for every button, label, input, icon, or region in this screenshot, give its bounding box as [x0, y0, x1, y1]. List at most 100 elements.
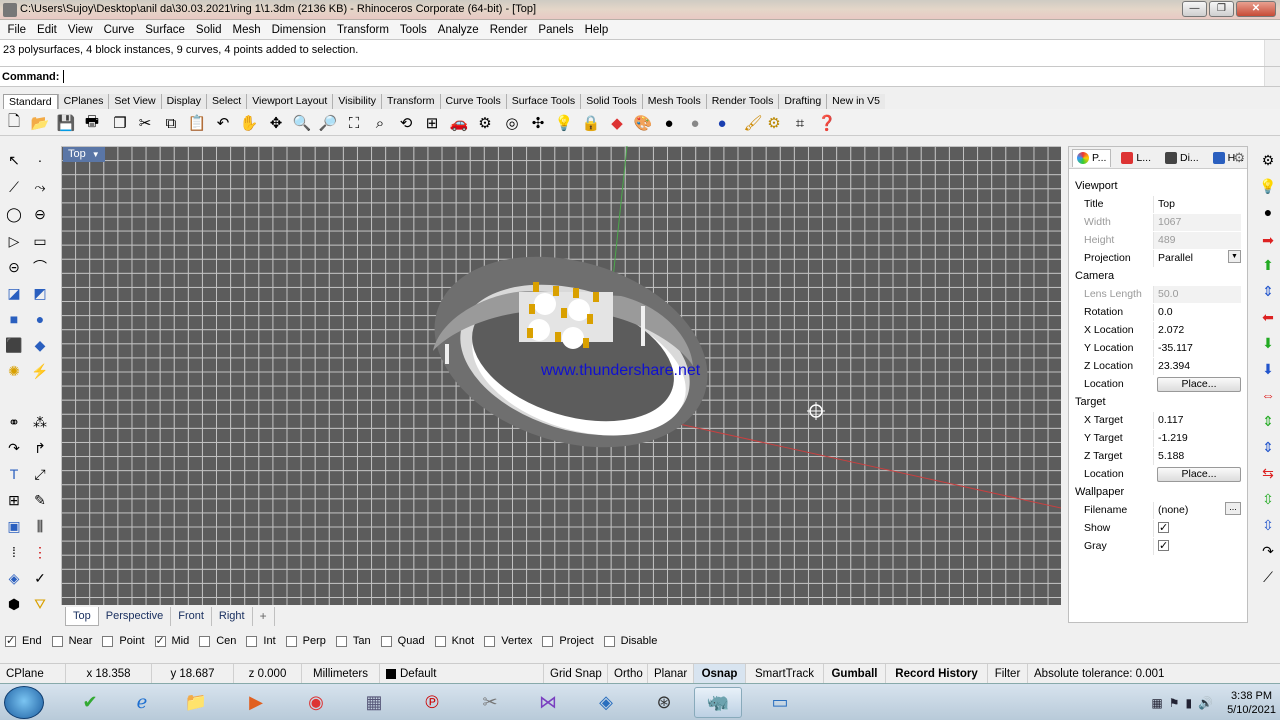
array-icon[interactable]: ⋮	[29, 541, 51, 563]
menu-surface[interactable]: Surface	[140, 24, 191, 36]
pan-icon[interactable]: ✋	[238, 112, 260, 134]
sweep-icon[interactable]: ◩	[29, 282, 51, 304]
menu-transform[interactable]: Transform	[331, 24, 394, 36]
tab-layers[interactable]: L...	[1117, 149, 1155, 167]
osnap-disable[interactable]: Disable	[603, 635, 657, 647]
gear-icon[interactable]: ⚙	[1233, 150, 1245, 166]
menu-panels[interactable]: Panels	[533, 24, 579, 36]
transform-icon[interactable]: ⚡	[29, 360, 51, 382]
copy-icon[interactable]: ⧉	[160, 112, 182, 134]
rotate-view-icon[interactable]: ✥	[265, 112, 287, 134]
osnap-mid[interactable]: Mid	[154, 634, 189, 647]
x-target-field[interactable]: 0.117	[1153, 411, 1241, 429]
surface-icon[interactable]: ◪	[3, 282, 25, 304]
viewport-title[interactable]: Top ▼	[63, 147, 105, 162]
volume-icon[interactable]: 🔊	[1198, 696, 1213, 710]
print-icon[interactable]: 🖶	[81, 112, 103, 134]
osnap-vertex[interactable]: Vertex	[484, 635, 532, 647]
target-place-button[interactable]: Place...	[1157, 466, 1241, 482]
window-switcher-icon[interactable]: ▭	[756, 687, 804, 718]
tab-visibility[interactable]: Visibility	[332, 94, 382, 109]
trim-icon[interactable]: ↱	[29, 437, 51, 459]
osnap-near-checkbox[interactable]	[51, 635, 63, 647]
osnap-int-checkbox[interactable]	[246, 635, 258, 647]
calculator-icon[interactable]: ▦	[350, 687, 398, 718]
layer-icon[interactable]: ◆	[606, 112, 628, 134]
osnap-cen[interactable]: Cen	[199, 635, 236, 647]
command-history-scrollbar[interactable]	[1264, 40, 1280, 66]
polygon-icon[interactable]: ▷	[3, 230, 25, 252]
minimize-button[interactable]: —	[1182, 1, 1207, 17]
line-tool-icon[interactable]: ⟋	[1257, 566, 1279, 588]
cut-icon[interactable]: ✂	[134, 112, 156, 134]
snap-icon[interactable]: ✣	[527, 112, 549, 134]
planar-toggle[interactable]: Planar	[648, 663, 694, 684]
x-location-field[interactable]: 2.072	[1153, 321, 1241, 339]
curve-tool-icon[interactable]: ↷	[1257, 540, 1279, 562]
light-tool-icon[interactable]: ✺	[3, 360, 25, 382]
menu-tools[interactable]: Tools	[394, 24, 432, 36]
menu-help[interactable]: Help	[579, 24, 614, 36]
osnap-disable-checkbox[interactable]	[603, 635, 615, 647]
cplane-label[interactable]: CPlane	[0, 663, 66, 684]
tab-front[interactable]: Front	[171, 606, 212, 626]
arrow-up-icon[interactable]: ⬆	[1257, 254, 1279, 276]
y-location-field[interactable]: -35.117	[1153, 339, 1241, 357]
render-icon[interactable]: ◈	[3, 567, 25, 589]
arrow-scale-icon[interactable]: ⇕	[1257, 436, 1279, 458]
gumball-icon[interactable]: ⌗	[789, 112, 811, 134]
light-icon[interactable]: 💡	[553, 112, 575, 134]
render-settings-icon[interactable]: ⚙	[1257, 149, 1279, 171]
app-icon[interactable]: ◈	[582, 687, 630, 718]
material-icon[interactable]: 🖌	[742, 112, 764, 134]
osnap-perp[interactable]: Perp	[285, 635, 326, 647]
osnap-cen-checkbox[interactable]	[199, 635, 211, 647]
osnap-knot-checkbox[interactable]	[434, 635, 446, 647]
osnap-end-checkbox[interactable]	[5, 634, 16, 647]
arrow-down-icon[interactable]: ⬇	[1257, 332, 1279, 354]
zoom-icon[interactable]: 🔍	[291, 112, 313, 134]
arrow-updown-green-icon[interactable]: ⇕	[1257, 410, 1279, 432]
menu-view[interactable]: View	[62, 24, 98, 36]
settings-icon[interactable]: ⚙	[763, 112, 785, 134]
menu-solid[interactable]: Solid	[190, 24, 227, 36]
blue-sphere-icon[interactable]: ●	[711, 112, 733, 134]
layer-selector[interactable]: Default	[380, 663, 544, 684]
add-viewport-tab[interactable]: +	[253, 606, 275, 626]
tab-right[interactable]: Right	[212, 606, 253, 626]
osnap-point-checkbox[interactable]	[102, 635, 114, 647]
tab-mesh-tools[interactable]: Mesh Tools	[641, 94, 706, 109]
command-line-scrollbar[interactable]	[1264, 67, 1280, 86]
undo-icon[interactable]: ↶	[212, 112, 234, 134]
zoom-extents-icon[interactable]: ⛶	[343, 112, 365, 134]
explode-icon[interactable]: ⁂	[29, 411, 51, 433]
z-target-field[interactable]: 5.188	[1153, 447, 1241, 465]
car-icon[interactable]: 🚗	[448, 112, 470, 134]
osnap-project[interactable]: Project	[542, 635, 594, 647]
tab-curve-tools[interactable]: Curve Tools	[439, 94, 506, 109]
color-wheel-icon[interactable]: 🎨	[632, 112, 654, 134]
tab-standard[interactable]: Standard	[3, 94, 58, 109]
block-icon[interactable]: ⊞	[3, 489, 25, 511]
rectangle-icon[interactable]: ▭	[29, 230, 51, 252]
four-viewports-icon[interactable]: ⊞	[421, 112, 443, 134]
curve-icon[interactable]: ⤳	[29, 176, 51, 198]
ellipse-icon[interactable]: ⊖	[29, 203, 51, 225]
point-icon[interactable]: ·	[29, 149, 51, 171]
pinterest-icon[interactable]: ℗	[408, 687, 456, 718]
rendered-sphere-icon[interactable]: ●	[684, 112, 706, 134]
tab-viewport-layout[interactable]: Viewport Layout	[246, 94, 333, 109]
y-target-field[interactable]: -1.219	[1153, 429, 1241, 447]
clipboard-app-icon[interactable]: ✔	[66, 687, 114, 718]
polyline-icon[interactable]: ⟋	[3, 176, 25, 198]
tab-display[interactable]: Display	[160, 94, 207, 109]
solid-box-icon[interactable]: ▣	[3, 515, 25, 537]
zoom-window-icon[interactable]: 🔎	[317, 112, 339, 134]
paste-icon[interactable]: 📋	[186, 112, 208, 134]
browse-button[interactable]: ...	[1225, 501, 1241, 515]
chevron-down-icon[interactable]: ▼	[1228, 249, 1241, 263]
arrow-in-green-icon[interactable]: ⇳	[1257, 488, 1279, 510]
chrome-icon[interactable]: ◉	[292, 687, 340, 718]
osnap-int[interactable]: Int	[246, 635, 276, 647]
group-icon[interactable]: ⚭	[3, 411, 25, 433]
